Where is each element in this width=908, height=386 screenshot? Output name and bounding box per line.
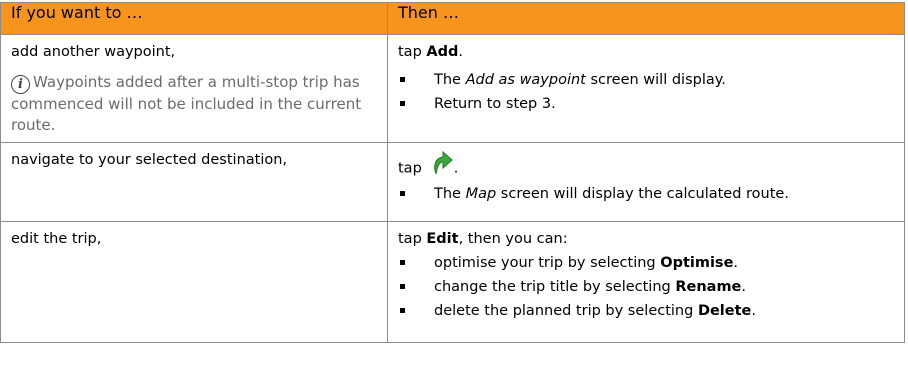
document-page: If you want to … Then … add another wayp… [0,0,908,343]
list-item: Return to step 3. [398,92,894,116]
delete-label: Delete [697,303,752,319]
table-row: navigate to your selected destination, t… [0,142,905,222]
tap-suffix: . [453,160,459,177]
action-text: navigate to your selected destination, [11,152,288,168]
bullet-text: . [751,303,756,319]
table-row: add another waypoint, i Waypoints added a… [0,34,905,143]
table-row: edit the trip, tap Edit, then you can: o… [0,221,905,343]
tap-suffix: , then you can: [458,231,568,247]
tap-instruction: tap Edit, then you can: [398,229,894,249]
screen-name: Map [465,186,497,202]
list-item: optimise your trip by selecting Optimise… [398,251,894,275]
bullet-list: optimise your trip by selecting Optimise… [398,251,894,323]
result-cell: tap Add. The Add as waypoint screen will… [387,34,905,143]
optimise-label: Optimise [660,255,734,271]
bullet-text: screen will display. [590,72,726,88]
note-text: Waypoints added after a multi-stop trip … [11,73,362,134]
action-text: edit the trip, [11,231,102,247]
note: i Waypoints added after a multi-stop trip… [11,72,377,136]
list-item: delete the planned trip by selecting Del… [398,299,894,323]
action-cell: edit the trip, [0,221,388,343]
bullet-text: screen will display the calculated route… [500,186,789,202]
action-text: add another waypoint, [11,44,176,60]
add-label: Add [426,44,459,60]
instruction-table: If you want to … Then … add another wayp… [0,2,905,343]
screen-name: Add as waypoint [465,72,586,88]
bullet-text: delete the planned trip by selecting [434,303,694,319]
bullet-text: Return to step 3. [434,96,556,112]
bullet-text: change the trip title by selecting [434,279,671,295]
action-cell: add another waypoint, i Waypoints added a… [0,34,388,143]
rename-label: Rename [675,279,742,295]
bullet-text: . [733,255,739,271]
result-cell: tap. The Map screen will display the cal… [387,142,905,222]
table-header-row: If you want to … Then … [0,2,905,35]
result-cell: tap Edit, then you can: optimise your tr… [387,221,905,343]
info-icon: i [11,75,30,94]
tap-instruction: tap Add. [398,42,894,62]
edit-label: Edit [426,231,459,247]
list-item: The Map screen will display the calculat… [398,182,894,206]
tap-prefix: tap [398,160,422,177]
bullet-text: optimise your trip by selecting [434,255,656,271]
bullet-text: The [434,72,461,88]
tap-prefix: tap [398,44,422,60]
bullet-text: . [741,279,747,295]
header-if-you-want-to: If you want to … [0,2,388,35]
tap-suffix: . [458,44,463,60]
bullet-list: The Add as waypoint screen will display.… [398,68,894,116]
list-item: The Add as waypoint screen will display. [398,68,894,92]
list-item: change the trip title by selecting Renam… [398,275,894,299]
bullet-text: The [434,186,461,202]
action-cell: navigate to your selected destination, [0,142,388,222]
bullet-list: The Map screen will display the calculat… [398,182,894,206]
tap-instruction: tap. [398,150,894,180]
header-then: Then … [387,2,905,35]
tap-prefix: tap [398,231,422,247]
